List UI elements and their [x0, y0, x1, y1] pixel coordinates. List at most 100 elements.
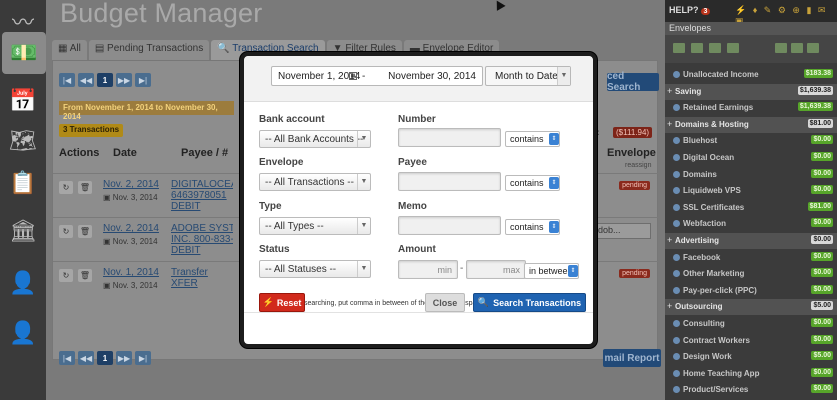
envelope-edit-icon[interactable] [727, 43, 739, 53]
current-page[interactable]: 1 [97, 73, 113, 87]
first-page-button[interactable]: |◀ [59, 73, 75, 87]
row-date[interactable]: Nov. 2, 2014 [103, 179, 159, 190]
row-payee[interactable]: ADOBE SYST INC. 800-833- DEBIT [171, 223, 233, 256]
calendar-icon[interactable]: ▦ [349, 72, 357, 80]
number-match-select[interactable]: contains ⇕ [505, 131, 560, 147]
date-preset-select[interactable]: Month to Date ▼ [485, 66, 571, 86]
next-page-button[interactable]: ▶▶ [116, 351, 132, 365]
amount-min-input[interactable]: min [398, 260, 458, 279]
user-icon[interactable]: 👤 [4, 312, 42, 354]
row-payee[interactable]: DIGITALOCEA 6463978051 DEBIT [171, 179, 233, 212]
header-payee[interactable]: Payee / # [181, 147, 228, 159]
envelope-item[interactable]: Unallocated Income $183.38 [665, 67, 837, 83]
reset-button[interactable]: ⚡ Reset [259, 293, 305, 312]
date-to[interactable]: November 30, 2014 [388, 71, 476, 82]
envelope-icon [673, 369, 680, 377]
expand-icon[interactable]: + [667, 301, 672, 311]
help-link[interactable]: HELP? 3 [669, 5, 711, 15]
tab-pending[interactable]: ▤ Pending Transactions [88, 40, 210, 60]
refresh-icon[interactable]: ↻ [59, 269, 73, 282]
expand-icon[interactable]: + [667, 119, 672, 129]
envelope-group[interactable]: + Outsourcing $5.00 [665, 299, 837, 316]
envelope-item[interactable]: Bluehost $0.00 [665, 133, 837, 149]
envelope-item[interactable]: Contract Workers $0.00 [665, 333, 837, 349]
map-icon[interactable]: 🗺 [4, 120, 42, 162]
memo-input[interactable] [398, 216, 501, 235]
type-select[interactable]: -- All Types -- ▼ [259, 217, 371, 235]
amount-match-select[interactable]: in between ⇕ [524, 263, 579, 279]
date-range-picker[interactable]: November 1, 2014 ▦ - November 30, 2014 [271, 66, 483, 86]
header-envelope-sub: reassign [625, 162, 652, 169]
calendar-icon[interactable]: 📅 [4, 80, 42, 122]
prev-page-button[interactable]: ◀◀ [78, 351, 94, 365]
expand-icon[interactable] [791, 43, 803, 53]
envelope-item[interactable]: Facebook $0.00 [665, 250, 837, 266]
delete-icon[interactable]: 🗑 [78, 181, 92, 194]
envelope-item[interactable]: Home Teaching App $0.00 [665, 366, 837, 382]
amount-max-input[interactable]: max [466, 260, 526, 279]
prev-page-button[interactable]: ◀◀ [78, 73, 94, 87]
expand-icon[interactable]: + [667, 86, 672, 96]
envelope-group[interactable]: + Advertising $0.00 [665, 233, 837, 249]
expand-icon[interactable]: + [667, 235, 672, 245]
advanced-search-button[interactable]: ced Search [607, 71, 659, 93]
envelope-transfer-icon[interactable] [691, 43, 703, 53]
envelope-amount: $5.00 [811, 301, 833, 311]
header-date[interactable]: Date [113, 147, 137, 159]
close-button[interactable]: Close [425, 293, 465, 312]
collapse-icon[interactable] [775, 43, 787, 53]
number-input[interactable] [398, 128, 501, 147]
reports-icon[interactable]: 📋 [4, 162, 42, 204]
envelope-fill-icon[interactable] [709, 43, 721, 53]
envelope-item[interactable]: Other Marketing $0.00 [665, 266, 837, 282]
first-page-button[interactable]: |◀ [59, 351, 75, 365]
envelope-item[interactable]: Pay-per-click (PPC) $0.00 [665, 283, 837, 299]
envelope-group[interactable]: + Saving $1,639.38 [665, 83, 837, 100]
envelope-amount: $0.00 [811, 152, 833, 161]
envelope-select[interactable]: -- All Transactions -- ▼ [259, 173, 371, 191]
memo-match-select[interactable]: contains ⇕ [505, 219, 560, 235]
payee-input[interactable] [398, 172, 501, 191]
bank-icon[interactable]: 🏛 [4, 210, 42, 252]
envelope-item[interactable]: Consulting $0.00 [665, 316, 837, 332]
search-transactions-button[interactable]: 🔍 Search Transactions [473, 293, 586, 312]
row-date[interactable]: Nov. 1, 2014 [103, 267, 159, 278]
current-page[interactable]: 1 [97, 351, 113, 365]
envelope-item[interactable]: Retained Earnings $1,639.38 [665, 100, 837, 116]
envelope-label: Saving [675, 86, 702, 96]
header-envelope: Envelope [607, 147, 656, 159]
tab-all[interactable]: ▦ All [52, 40, 87, 60]
envelope-item[interactable]: Product/Services $0.00 [665, 382, 837, 398]
envelope-group[interactable]: + Domains & Hosting $81.00 [665, 116, 837, 133]
email-report-button[interactable]: mail Report [603, 349, 661, 367]
user-settings-icon[interactable]: 👤 [4, 262, 42, 304]
payee-match-select[interactable]: contains ⇕ [505, 175, 560, 191]
settings-icon[interactable] [807, 43, 819, 53]
row-posted-date: ▣ Nov. 3, 2014 [103, 193, 158, 202]
envelope-label: Webfaction [683, 219, 726, 229]
row-posted-date: ▣ Nov. 3, 2014 [103, 237, 158, 246]
status-select[interactable]: -- All Statuses -- ▼ [259, 260, 371, 278]
last-page-button[interactable]: ▶| [135, 351, 151, 365]
envelope-item[interactable]: Digital Ocean $0.00 [665, 150, 837, 166]
refresh-icon[interactable]: ↻ [59, 181, 73, 194]
envelope-item[interactable]: Domains $0.00 [665, 167, 837, 183]
delete-icon[interactable]: 🗑 [78, 225, 92, 238]
refresh-icon[interactable]: ↻ [59, 225, 73, 238]
date-range-bar: November 1, 2014 ▦ - November 30, 2014 M… [244, 56, 593, 102]
envelope-item[interactable]: Liquidweb VPS $0.00 [665, 183, 837, 199]
next-page-button[interactable]: ▶▶ [116, 73, 132, 87]
row-date[interactable]: Nov. 2, 2014 [103, 223, 159, 234]
money-icon[interactable]: 💵 [2, 32, 46, 74]
envelope-add-icon[interactable] [673, 43, 685, 53]
envelope-label: Unallocated Income [683, 70, 759, 79]
bank-account-select[interactable]: -- All Bank Accounts -- ▼ [259, 130, 371, 148]
envelope-item[interactable]: Webfaction $0.00 [665, 216, 837, 232]
envelope-amount: $81.00 [807, 201, 833, 211]
date-from[interactable]: November 1, 2014 [278, 71, 360, 82]
last-page-button[interactable]: ▶| [135, 73, 151, 87]
envelope-item[interactable]: Design Work $5.00 [665, 349, 837, 365]
row-payee[interactable]: Transfer XFER [171, 267, 233, 289]
delete-icon[interactable]: 🗑 [78, 269, 92, 282]
envelope-item[interactable]: SSL Certificates $81.00 [665, 200, 837, 216]
